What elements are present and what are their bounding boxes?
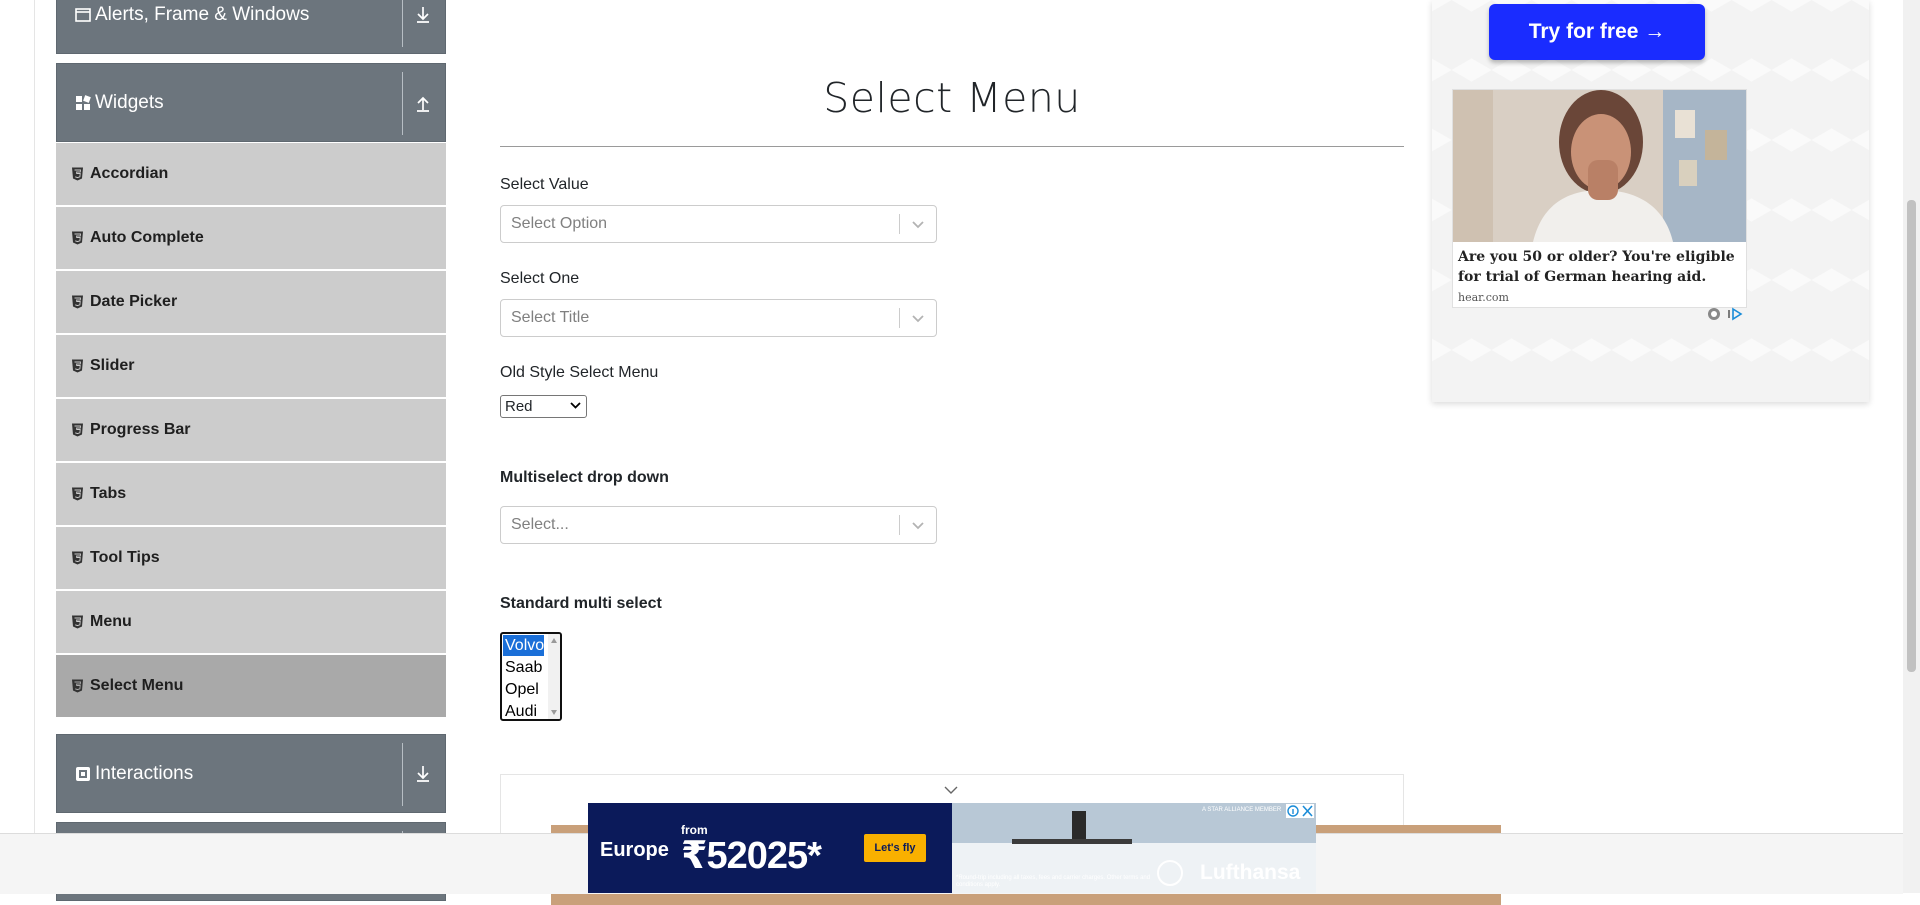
sidebar-group-label: Interactions	[95, 762, 194, 784]
sidebar-ad: Try for free → Are you 50 or older? You'…	[1432, 0, 1869, 402]
widgets-icon	[76, 94, 91, 110]
select-value-label: Select Value	[500, 176, 589, 193]
indicator-separator	[899, 308, 900, 328]
sidebar-item-label: Tool Tips	[90, 549, 160, 566]
title-divider	[500, 146, 1404, 147]
sidebar-item-progress-bar[interactable]: Progress Bar	[56, 399, 446, 461]
sidebar-item-label: Slider	[90, 357, 135, 374]
try-for-free-button[interactable]: Try for free →	[1489, 4, 1705, 60]
select-value-placeholder: Select Option	[511, 215, 608, 232]
ad-text: Are you 50 or older? You're eligible for…	[1458, 249, 1735, 285]
adchoices-icon[interactable]	[1707, 307, 1747, 321]
chevron-down-icon[interactable]	[944, 785, 958, 795]
html5-icon	[72, 167, 83, 181]
close-icon[interactable]	[1286, 804, 1314, 818]
banner-brand: Lufthansa	[1200, 861, 1301, 884]
lufthansa-banner-ad[interactable]: Europe from ₹52025* Let's fly A STAR ALL…	[588, 803, 1316, 893]
select-value-dropdown[interactable]: Select Option	[500, 205, 937, 243]
window-icon	[75, 7, 91, 22]
option-opel[interactable]: Opel	[503, 679, 544, 700]
chevron-down-icon[interactable]	[910, 216, 926, 232]
ad-domain: hear.com	[1458, 291, 1509, 304]
multiselect-label: Multiselect drop down	[500, 469, 669, 486]
sidebar-menu-list: Accordian Auto Complete Date Picker Slid…	[56, 143, 446, 719]
page-title: Select Menu	[823, 74, 1081, 122]
sidebar-item-date-picker[interactable]: Date Picker	[56, 271, 446, 333]
multiselect-dropdown[interactable]: Select...	[500, 506, 937, 544]
html5-icon	[72, 615, 83, 629]
html5-icon	[72, 679, 83, 693]
multiselect-placeholder: Select...	[511, 516, 569, 533]
chevron-down-icon[interactable]	[910, 517, 926, 533]
lets-fly-button[interactable]: Let's fly	[864, 834, 926, 862]
html5-icon	[72, 359, 83, 373]
banner-fine-print: *Round-trip including all taxes, fees an…	[956, 875, 1151, 888]
ad-card[interactable]: Are you 50 or older? You're eligible for…	[1452, 89, 1747, 308]
divider	[402, 0, 403, 47]
sidebar-group-alerts[interactable]: Alerts, Frame & Windows	[56, 0, 446, 54]
old-style-select-label: Old Style Select Menu	[500, 364, 659, 381]
sidebar-item-label: Progress Bar	[90, 421, 191, 438]
sidebar-item-label: Auto Complete	[90, 229, 204, 246]
ad-photo	[1453, 90, 1746, 242]
page-scrollbar[interactable]	[1903, 0, 1920, 893]
select-one-label: Select One	[500, 270, 580, 287]
chevron-down-icon	[570, 402, 581, 409]
chevron-down-icon[interactable]	[910, 310, 926, 326]
standard-multi-select[interactable]: Volvo Saab Opel Audi	[500, 632, 562, 721]
html5-icon	[72, 231, 83, 245]
arrow-down-icon[interactable]	[415, 765, 431, 783]
scrollbar-thumb[interactable]	[1907, 200, 1916, 672]
sidebar-item-slider[interactable]: Slider	[56, 335, 446, 397]
banner-destination: Europe	[600, 839, 669, 861]
page-border	[34, 0, 35, 893]
html5-icon	[72, 423, 83, 437]
old-style-select[interactable]: Red	[500, 395, 587, 418]
banner-alliance: A STAR ALLIANCE MEMBER	[1202, 807, 1282, 813]
select-one-dropdown[interactable]: Select Title	[500, 299, 937, 337]
sidebar-item-label: Tabs	[90, 485, 127, 502]
banner-price: ₹52025*	[681, 835, 822, 877]
sidebar-item-label: Accordian	[90, 165, 169, 182]
html5-icon	[72, 295, 83, 309]
banner-right-panel: A STAR ALLIANCE MEMBER Lufthansa *Round-…	[952, 803, 1316, 893]
sidebar-item-select-menu[interactable]: Select Menu	[56, 655, 446, 717]
standard-multi-select-label: Standard multi select	[500, 595, 662, 612]
arrow-up-icon[interactable]	[415, 94, 431, 112]
sidebar-group-label: Alerts, Frame & Windows	[95, 3, 310, 25]
indicator-separator	[899, 515, 900, 535]
sidebar-item-tabs[interactable]: Tabs	[56, 463, 446, 525]
option-saab[interactable]: Saab	[503, 657, 544, 678]
option-volvo[interactable]: Volvo	[503, 635, 544, 656]
sidebar-item-label: Select Menu	[90, 677, 184, 694]
sidebar-item-label: Date Picker	[90, 293, 178, 310]
sidebar-group-label: Widgets	[95, 91, 164, 113]
html5-icon	[72, 551, 83, 565]
sidebar-item-menu[interactable]: Menu	[56, 591, 446, 653]
interactions-icon	[76, 766, 90, 781]
old-style-select-value: Red	[505, 398, 533, 415]
divider	[402, 743, 403, 806]
sidebar-group-widgets[interactable]: Widgets	[56, 63, 446, 142]
sidebar-item-label: Menu	[90, 613, 132, 630]
scroll-down-icon[interactable]	[551, 710, 557, 715]
sidebar-item-accordian[interactable]: Accordian	[56, 143, 446, 205]
sidebar-item-auto-complete[interactable]: Auto Complete	[56, 207, 446, 269]
divider	[402, 72, 403, 135]
select-one-placeholder: Select Title	[511, 309, 590, 326]
sidebar-item-tool-tips[interactable]: Tool Tips	[56, 527, 446, 589]
html5-icon	[72, 487, 83, 501]
arrow-down-icon[interactable]	[415, 6, 431, 24]
indicator-separator	[899, 214, 900, 234]
option-audi[interactable]: Audi	[503, 701, 544, 719]
scroll-up-icon[interactable]	[551, 638, 557, 643]
listbox-scrollbar[interactable]	[548, 634, 560, 719]
banner-left-panel: Europe from ₹52025* Let's fly	[588, 803, 952, 893]
sidebar-group-interactions[interactable]: Interactions	[56, 734, 446, 813]
